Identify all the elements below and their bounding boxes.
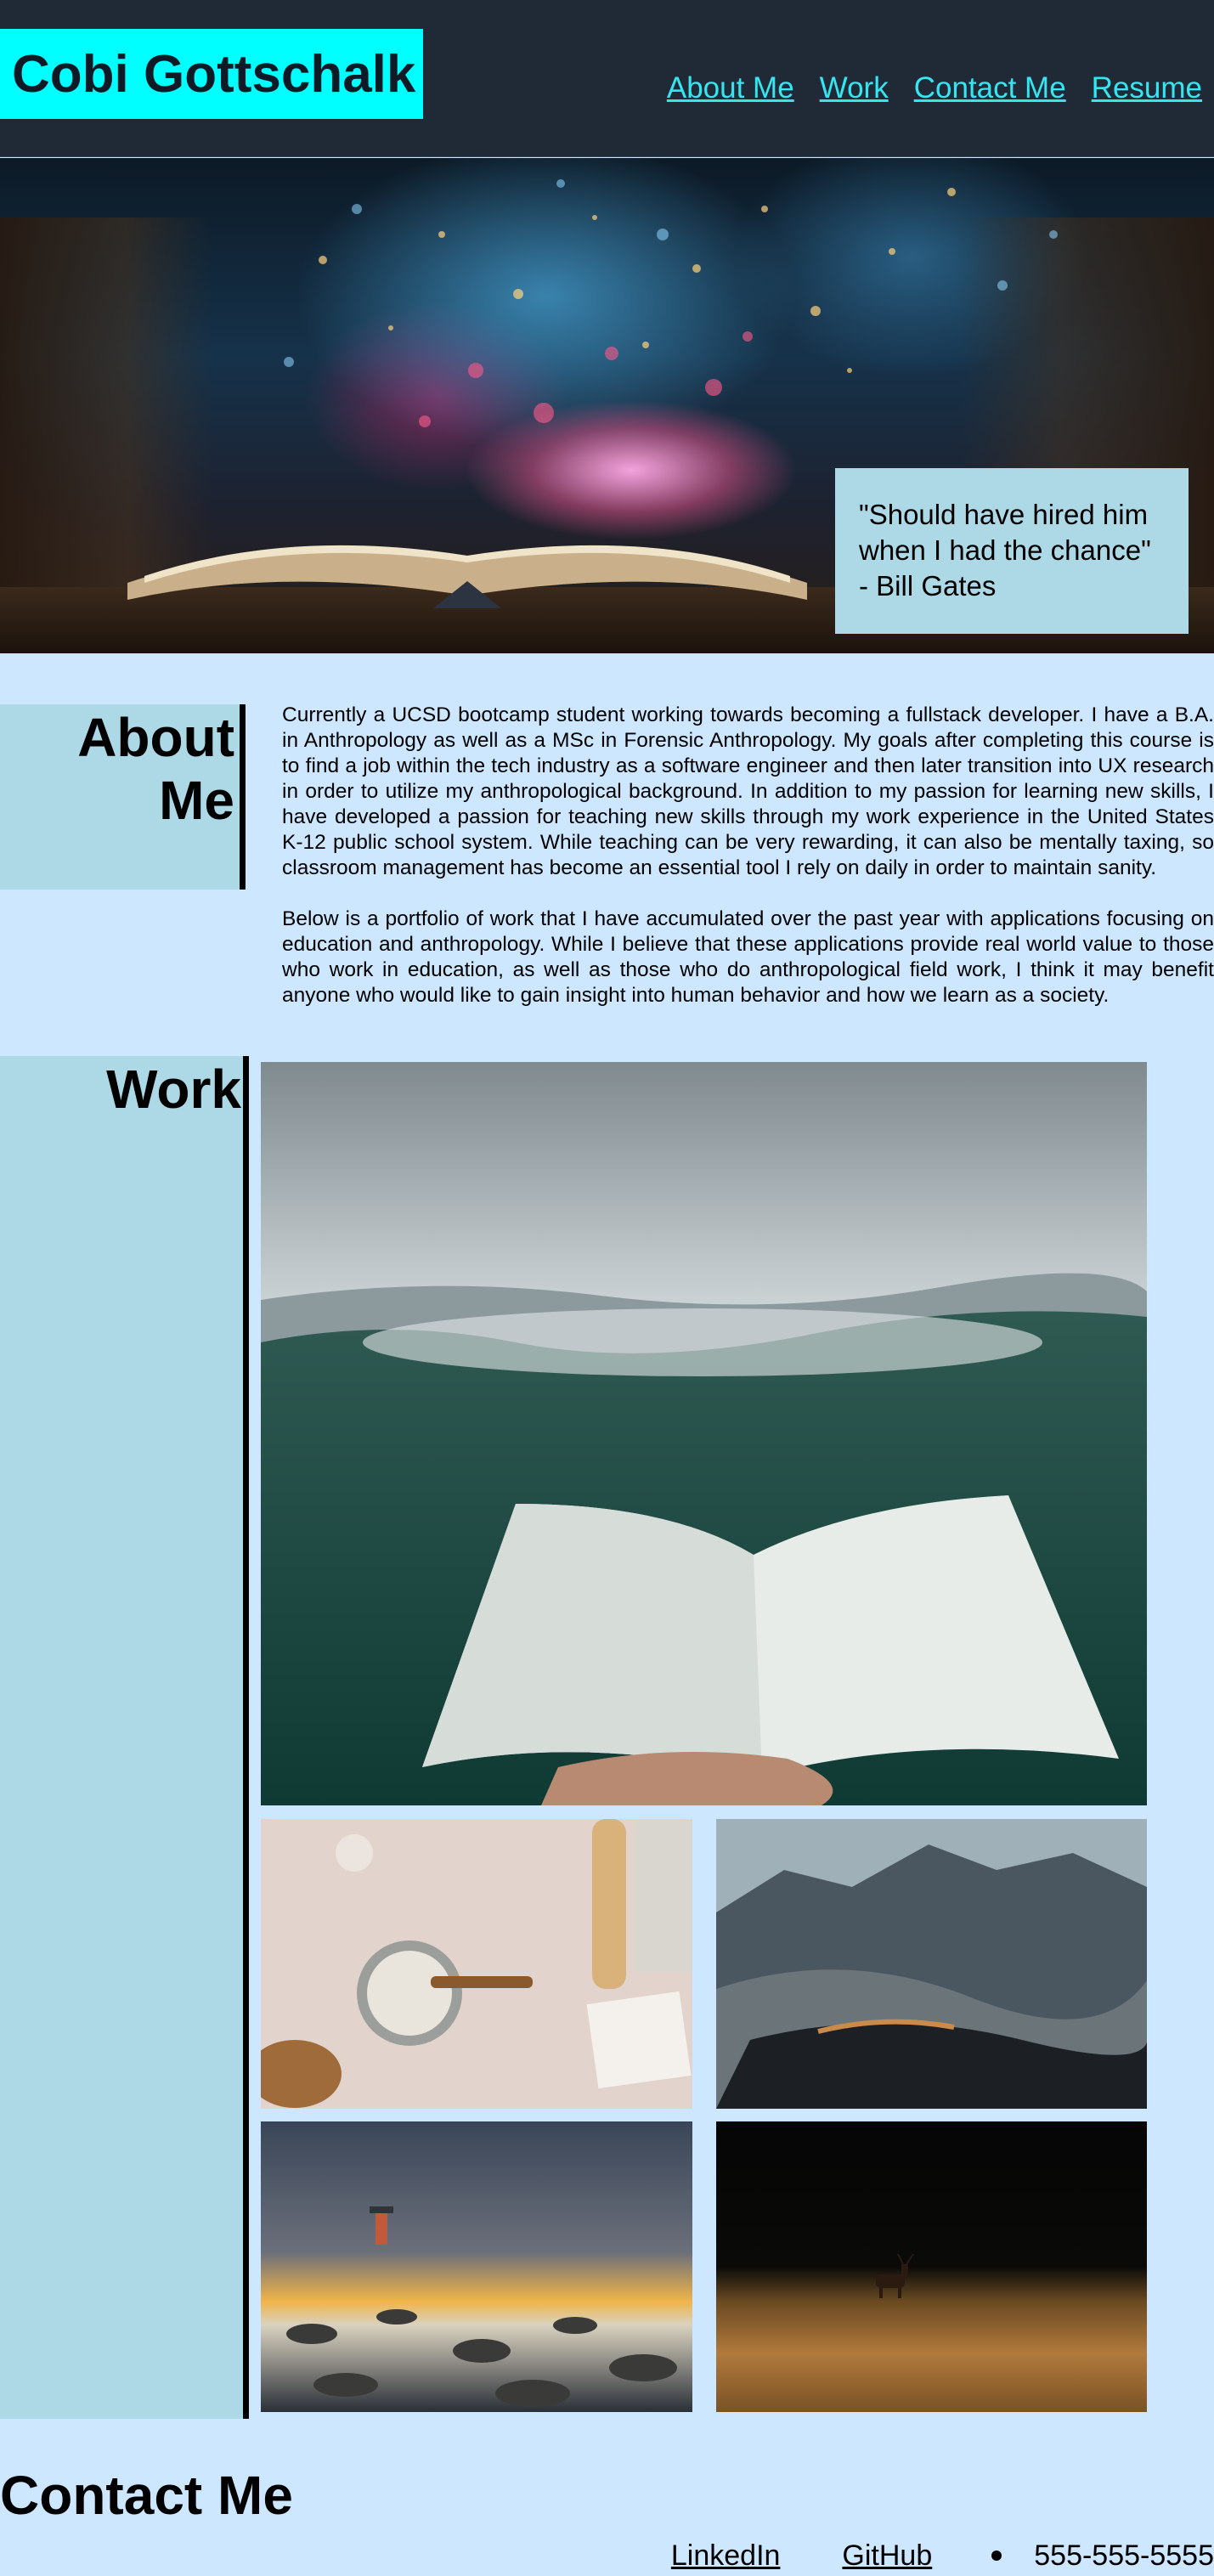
about-text: Currently a UCSD bootcamp student workin… [282, 703, 1214, 1008]
site-header: Cobi Gottschalk About Me Work Contact Me… [0, 0, 1214, 157]
about-paragraph-1: Currently a UCSD bootcamp student workin… [282, 703, 1214, 879]
work-tile-2[interactable] [716, 1819, 1147, 2109]
open-book-icon [127, 545, 807, 608]
work-tile-4[interactable] [716, 2121, 1147, 2412]
nav-link-about-me[interactable]: About Me [667, 71, 794, 105]
rocky-mountain-image [716, 1819, 1147, 2109]
phone-number: 555-555-5555 [991, 2539, 1214, 2573]
about-heading-line-2: Me [159, 770, 234, 831]
lighthouse-sunset-image [261, 2121, 692, 2412]
work-tile-3[interactable] [261, 2121, 692, 2412]
quote-line-1: "Should have hired him [859, 499, 1149, 530]
site-title: Cobi Gottschalk [0, 29, 423, 119]
about-heading-line-1: About [77, 707, 234, 768]
deer-field-image [716, 2121, 1147, 2412]
phone-text: 555-555-5555 [1034, 2539, 1214, 2572]
work-tile-featured[interactable] [261, 1062, 1147, 1805]
about-paragraph-2: Below is a portfolio of work that I have… [282, 907, 1214, 1007]
baking-flour-image [261, 1819, 692, 2109]
testimonial-quote: "Should have hired him when I had the ch… [835, 468, 1189, 634]
nav-link-contact-me[interactable]: Contact Me [914, 71, 1066, 105]
contact-links: LinkedIn GitHub 555-555-5555 [671, 2539, 1214, 2573]
nav-link-resume[interactable]: Resume [1092, 71, 1202, 105]
open-book-mountain-image [261, 1062, 1147, 1805]
about-heading: About Me [0, 704, 246, 890]
linkedin-link[interactable]: LinkedIn [671, 2539, 781, 2573]
main-nav: About Me Work Contact Me Resume [667, 71, 1202, 105]
quote-line-2: when I had the chance" [859, 534, 1151, 566]
bullet-icon [991, 2551, 1002, 2561]
work-heading: Work [0, 1056, 249, 2419]
quote-author: - Bill Gates [859, 570, 997, 602]
nav-link-work[interactable]: Work [820, 71, 889, 105]
work-tile-1[interactable] [261, 1819, 692, 2109]
contact-heading: Contact Me [0, 2465, 293, 2526]
github-link[interactable]: GitHub [842, 2539, 932, 2573]
